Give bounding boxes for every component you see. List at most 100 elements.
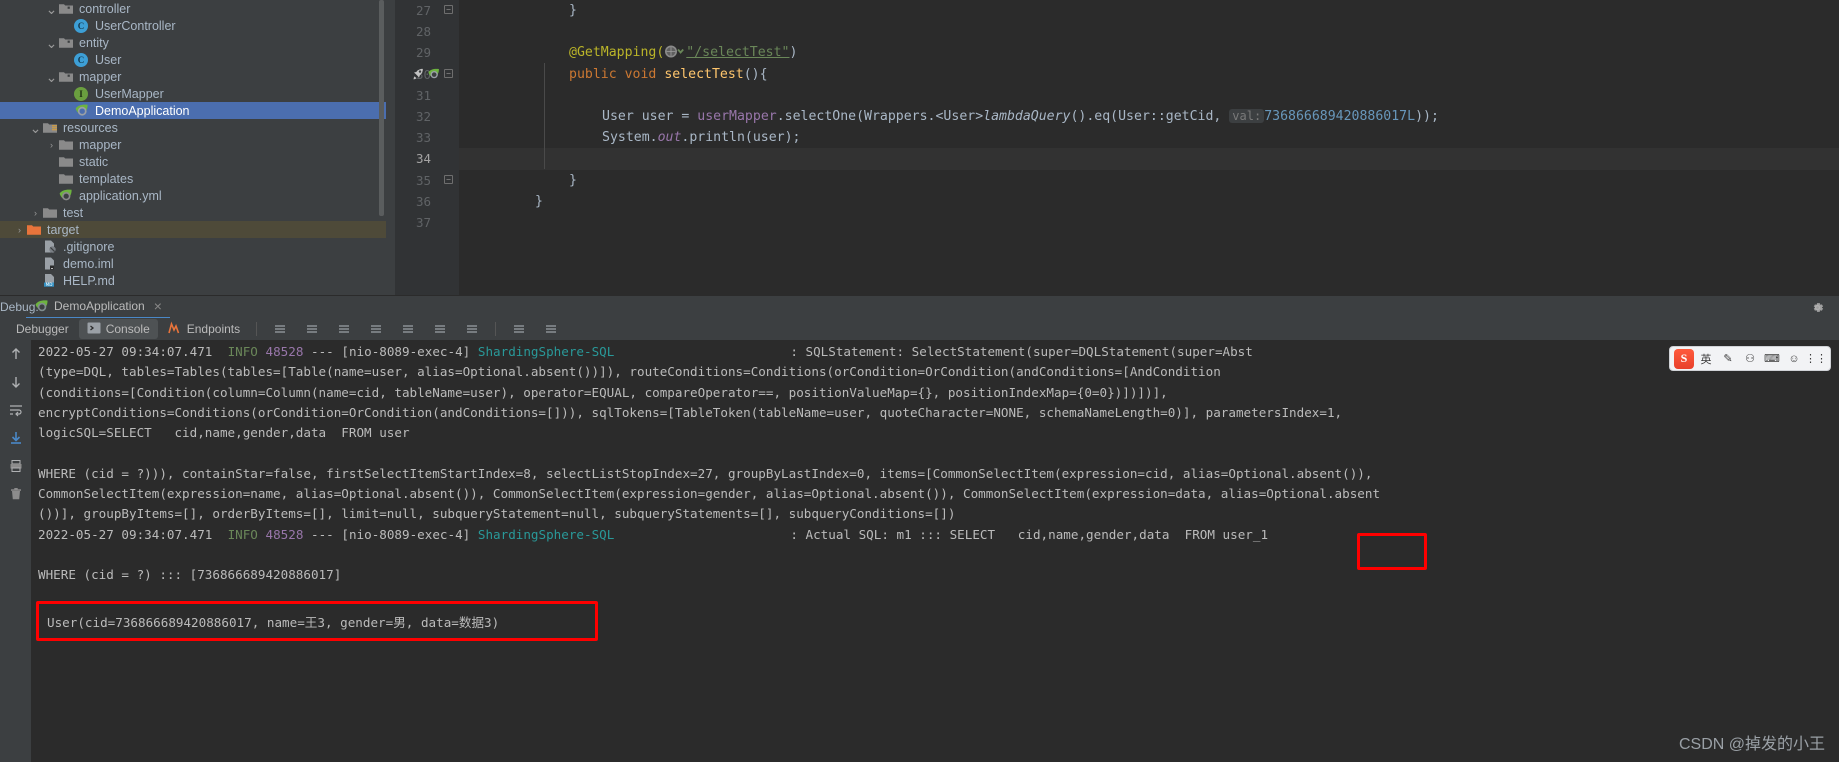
spring-boot-icon <box>74 103 90 118</box>
list-icon[interactable] <box>536 319 566 339</box>
line-number: 35 <box>415 172 431 188</box>
chevron-right-icon[interactable]: › <box>45 140 58 150</box>
scroll-up-icon[interactable] <box>6 344 26 364</box>
project-tool-window[interactable]: ⌄ controller C UserController ⌄ entity C User ⌄ m… <box>0 0 386 295</box>
console-line: CommonSelectItem(expression=name, alias=… <box>31 484 1839 504</box>
tree-item-application-yml[interactable]: application.yml <box>0 187 386 204</box>
ime-menu-icon[interactable]: ⋮⋮ <box>1805 349 1827 369</box>
ime-handwriting-icon[interactable]: ✎ <box>1718 349 1738 369</box>
spring-run-icon <box>428 68 439 78</box>
gutter-row[interactable]: 31 <box>395 85 459 106</box>
ime-language-toggle[interactable]: 英 <box>1696 349 1716 369</box>
gutter-row[interactable]: 34 <box>395 148 459 169</box>
close-icon[interactable]: × <box>154 298 162 314</box>
debug-tab-debugger[interactable]: Debugger <box>8 319 77 339</box>
gutter-row[interactable]: 29 <box>395 42 459 63</box>
tree-item-test[interactable]: › test <box>0 204 386 221</box>
tree-item-templates[interactable]: templates <box>0 170 386 187</box>
gutter-row[interactable]: 30− <box>395 64 459 85</box>
gutter-row[interactable]: 28 <box>395 21 459 42</box>
gutter-row[interactable]: 33 <box>395 127 459 148</box>
tree-item-demo-iml[interactable]: demo.iml <box>0 255 386 272</box>
menu-icon[interactable] <box>265 319 295 339</box>
query-result-highlight: User(cid=736866689420886017, name=王3, ge… <box>36 601 598 641</box>
tree-item-usermapper[interactable]: I UserMapper <box>0 85 386 102</box>
web-mapping-icon[interactable] <box>664 44 686 58</box>
tree-item-label: static <box>79 154 109 169</box>
debug-config-name: DemoApplication <box>54 299 145 313</box>
tree-item-label: User <box>95 52 122 67</box>
console-output[interactable]: 2022-05-27 09:34:07.471 INFO 48528 --- [… <box>31 340 1839 762</box>
tree-item-label: UserController <box>95 18 176 33</box>
ime-logo[interactable]: S <box>1674 348 1694 369</box>
tree-item-controller[interactable]: ⌄ controller <box>0 0 386 17</box>
toolbar-separator <box>256 322 258 336</box>
code-token: ) <box>789 45 798 61</box>
fold-toggle-icon[interactable]: − <box>444 5 453 14</box>
tree-item-usercontroller[interactable]: C UserController <box>0 17 386 34</box>
gear-icon[interactable] <box>1810 300 1825 315</box>
ime-floating-toolbar[interactable]: S 英 ✎ ⚇ ⌨ ☺ ⋮⋮ <box>1669 346 1831 371</box>
line-number: 28 <box>415 24 431 40</box>
debug-tab-endpoints[interactable]: Endpoints <box>160 319 248 339</box>
tree-item-resources[interactable]: ⌄ resources <box>0 119 386 136</box>
tree-item-mapper[interactable]: › mapper <box>0 136 386 153</box>
gutter-row[interactable]: 35 − <box>395 170 459 191</box>
grid-icon[interactable] <box>504 319 534 339</box>
soft-wrap-icon[interactable] <box>6 400 26 420</box>
tree-item-label: mapper <box>79 137 122 152</box>
tree-item-static[interactable]: static <box>0 153 386 170</box>
fold-toggle-icon[interactable]: − <box>444 174 453 184</box>
scroll-down-icon[interactable] <box>6 372 26 392</box>
line-number: 36 <box>415 193 431 209</box>
code-line-32: User user = userMapper.selectOne(Wrapper… <box>459 106 1839 127</box>
editor-gutter[interactable]: 27 − 28 29 30− 31 32 33 34 35 − 36 37 <box>395 0 459 295</box>
scroll-to-end-icon[interactable] <box>6 428 26 448</box>
method-lambdaquery: lambdaQuery <box>983 108 1071 124</box>
download-icon[interactable] <box>329 319 359 339</box>
ime-keyboard-icon[interactable]: ⌨ <box>1762 349 1782 369</box>
debug-config-tab[interactable]: DemoApplication × <box>26 296 170 319</box>
fold-toggle-icon[interactable]: − <box>444 68 453 78</box>
tree-item-mapper[interactable]: ⌄ mapper <box>0 68 386 85</box>
chevron-down-icon[interactable]: ⌄ <box>45 2 58 16</box>
code-token: } <box>569 3 577 18</box>
gutter-row[interactable]: 37 <box>395 212 459 233</box>
annotation-token: @GetMapping( <box>569 45 665 61</box>
debug-tab-label: Endpoints <box>186 322 241 336</box>
log-thread: [nio-8089-exec-4] <box>341 526 471 542</box>
chevron-right-icon[interactable]: › <box>13 225 26 235</box>
tree-item-target[interactable]: › target <box>0 221 386 238</box>
debug-tabs[interactable]: Debugger Console Endpoints <box>0 318 1839 340</box>
gutter-row[interactable]: 27 − <box>395 0 459 21</box>
tree-item-help-md[interactable]: MD HELP.md <box>0 272 386 289</box>
tree-item--gitignore[interactable]: .gitignore <box>0 238 386 255</box>
upload-icon[interactable] <box>393 319 423 339</box>
trash-icon[interactable] <box>6 484 26 504</box>
print-icon[interactable] <box>6 456 26 476</box>
param-hint-val[interactable]: val: <box>1229 108 1265 123</box>
tree-item-demoapplication[interactable]: DemoApplication <box>0 102 386 119</box>
indent-guide <box>544 63 545 169</box>
code-text-area[interactable]: } @GetMapping("/selectTest") public void… <box>459 0 1839 295</box>
tree-item-entity[interactable]: ⌄ entity <box>0 34 386 51</box>
console-side-toolbar[interactable] <box>0 340 31 762</box>
stop-icon[interactable] <box>457 319 487 339</box>
up-icon[interactable] <box>297 319 327 339</box>
tree-item-user[interactable]: C User <box>0 51 386 68</box>
run-gutter-icons[interactable] <box>411 67 441 81</box>
tree-scrollbar[interactable] <box>379 0 384 216</box>
chevron-right-icon[interactable]: › <box>29 208 42 218</box>
debug-tab-console[interactable]: Console <box>78 319 158 339</box>
chevron-down-icon[interactable]: ⌄ <box>45 36 58 50</box>
ime-voice-icon[interactable]: ⚇ <box>1740 349 1760 369</box>
query-result-text: User(cid=736866689420886017, name=王3, ge… <box>47 614 500 630</box>
chevron-down-icon[interactable]: ⌄ <box>45 70 58 84</box>
chevron-down-icon[interactable]: ⌄ <box>29 121 42 135</box>
gutter-row[interactable]: 36 <box>395 191 459 212</box>
gutter-row[interactable]: 32 <box>395 106 459 127</box>
rerun-icon[interactable] <box>425 319 455 339</box>
ime-emoji-icon[interactable]: ☺ <box>1784 349 1804 369</box>
export-icon[interactable] <box>361 319 391 339</box>
field-usermapper: userMapper <box>697 108 777 124</box>
